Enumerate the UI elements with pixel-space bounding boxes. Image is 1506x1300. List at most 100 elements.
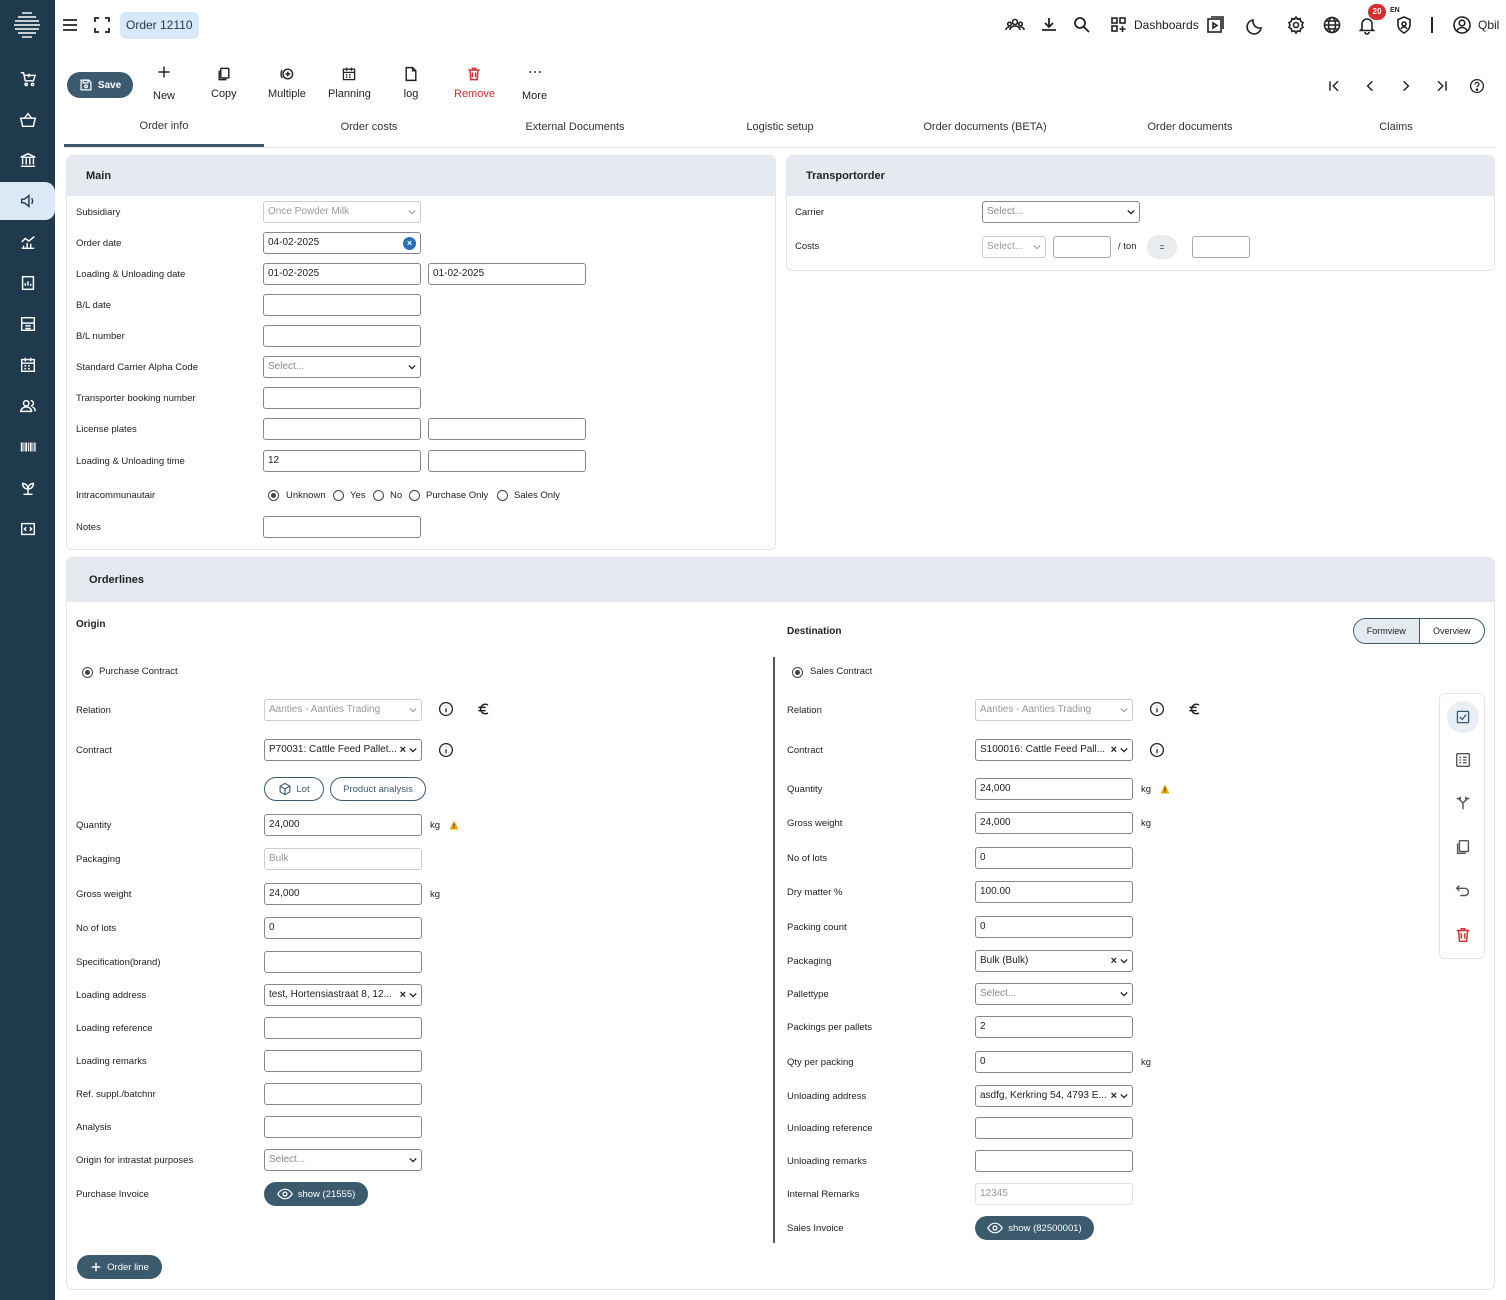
tab-logistic-setup[interactable]: Logistic setup bbox=[680, 121, 880, 133]
shield-icon[interactable] bbox=[1394, 15, 1414, 35]
dest-unload-rem-input[interactable] bbox=[975, 1150, 1133, 1172]
dest-internal-input[interactable]: 12345 bbox=[975, 1183, 1133, 1205]
origin-contract-select[interactable]: P70031: Cattle Feed Pallet... × bbox=[264, 739, 422, 761]
origin-lots-input[interactable]: 0 bbox=[264, 917, 422, 939]
tab-order-documents-beta[interactable]: Order documents (BETA) bbox=[885, 121, 1085, 133]
origin-load-ref-input[interactable] bbox=[264, 1017, 422, 1039]
dest-contract-info-icon[interactable] bbox=[1149, 742, 1165, 758]
dest-packaging-select[interactable]: Bulk (Bulk) × bbox=[975, 950, 1133, 972]
dest-gross-input[interactable]: 24,000 bbox=[975, 812, 1133, 834]
dashboards-link[interactable]: Dashboards bbox=[1134, 18, 1199, 32]
sidebar-item-purchase-cart[interactable] bbox=[0, 60, 55, 98]
previous-record-icon[interactable] bbox=[1362, 78, 1378, 94]
dest-relation-info-icon[interactable] bbox=[1149, 701, 1165, 717]
origin-gross-input[interactable]: 24,000 bbox=[264, 883, 422, 905]
clear-icon[interactable]: × bbox=[1111, 1086, 1117, 1106]
subsidiary-select[interactable]: Once Powder Milk bbox=[263, 201, 421, 223]
confirm-icon[interactable] bbox=[1447, 701, 1479, 733]
bl-date-input[interactable] bbox=[263, 294, 421, 316]
origin-analysis-input[interactable] bbox=[264, 1116, 422, 1138]
origin-contract-info-icon[interactable] bbox=[438, 742, 454, 758]
clear-icon[interactable]: × bbox=[400, 985, 406, 1005]
unloading-date-input[interactable]: 01-02-2025 bbox=[428, 263, 586, 285]
sidebar-item-calendar[interactable] bbox=[0, 346, 55, 384]
dest-quantity-input[interactable]: 24,000 bbox=[975, 778, 1133, 800]
sidebar-item-analytics[interactable] bbox=[0, 223, 55, 261]
order-chip[interactable]: Order 12110 bbox=[120, 12, 199, 39]
dashboards-icon[interactable] bbox=[1109, 15, 1129, 35]
purchase-contract-radio[interactable] bbox=[82, 667, 93, 678]
add-order-line-button[interactable]: Order line bbox=[77, 1255, 162, 1279]
intra-radio-no[interactable] bbox=[373, 490, 384, 501]
search-icon[interactable] bbox=[1072, 15, 1092, 35]
undo-icon[interactable] bbox=[1454, 882, 1472, 900]
video-icon[interactable] bbox=[1205, 15, 1225, 35]
origin-packaging-input[interactable]: Bulk bbox=[264, 848, 422, 870]
intra-radio-sales-only[interactable] bbox=[497, 490, 508, 501]
order-date-input[interactable]: 04-02-2025 × bbox=[263, 232, 421, 254]
sidebar-item-reports[interactable] bbox=[0, 264, 55, 302]
settings-gear-icon[interactable] bbox=[1286, 15, 1306, 35]
user-avatar-icon[interactable] bbox=[1452, 15, 1472, 35]
sales-invoice-button[interactable]: show (82500001) bbox=[975, 1216, 1094, 1240]
last-record-icon[interactable] bbox=[1434, 78, 1450, 94]
bl-number-input[interactable] bbox=[263, 325, 421, 347]
sidebar-item-announcements[interactable] bbox=[0, 182, 55, 220]
intra-radio-purchase-only[interactable] bbox=[409, 490, 420, 501]
sidebar-item-barcode[interactable] bbox=[0, 428, 55, 466]
sales-contract-radio[interactable] bbox=[792, 667, 803, 678]
sidebar-item-sales-basket[interactable] bbox=[0, 101, 55, 139]
app-logo-icon[interactable] bbox=[12, 10, 42, 38]
clear-date-icon[interactable]: × bbox=[403, 237, 416, 250]
tab-claims[interactable]: Claims bbox=[1296, 121, 1496, 133]
dest-pack-count-input[interactable]: 0 bbox=[975, 916, 1133, 938]
dest-unload-addr-select[interactable]: asdfg, Kerkring 54, 4793 E... × bbox=[975, 1085, 1133, 1107]
origin-euro-icon[interactable] bbox=[476, 701, 492, 717]
license-plate-1-input[interactable] bbox=[263, 418, 421, 440]
clear-icon[interactable]: × bbox=[1111, 740, 1117, 760]
origin-relation-info-icon[interactable] bbox=[438, 701, 454, 717]
planning-button[interactable]: Planning bbox=[328, 66, 371, 100]
sidebar-item-bank[interactable] bbox=[0, 141, 55, 179]
loading-time-input[interactable]: 12 bbox=[263, 450, 421, 472]
user-name[interactable]: Qbil bbox=[1478, 18, 1499, 32]
duplicate-icon[interactable] bbox=[1454, 838, 1472, 856]
purchase-invoice-button[interactable]: show (21555) bbox=[264, 1182, 368, 1206]
globe-icon[interactable] bbox=[1322, 15, 1342, 35]
booking-number-input[interactable] bbox=[263, 387, 421, 409]
tab-order-documents[interactable]: Order documents bbox=[1090, 121, 1290, 133]
notes-input[interactable] bbox=[263, 516, 421, 538]
license-plate-2-input[interactable] bbox=[428, 418, 586, 440]
origin-relation-select[interactable]: Aanties - Aanties Trading bbox=[264, 699, 422, 721]
new-button[interactable]: New bbox=[153, 64, 175, 102]
dest-unload-ref-input[interactable] bbox=[975, 1117, 1133, 1139]
origin-quantity-input[interactable]: 24,000 bbox=[264, 814, 422, 836]
split-icon[interactable] bbox=[1454, 794, 1472, 812]
first-record-icon[interactable] bbox=[1326, 78, 1342, 94]
log-button[interactable]: log bbox=[403, 66, 419, 100]
origin-load-addr-select[interactable]: test, Hortensiastraat 8, 12... × bbox=[264, 984, 422, 1006]
clear-icon[interactable]: × bbox=[400, 740, 406, 760]
sidebar-item-relations[interactable] bbox=[0, 387, 55, 425]
costs-total-input[interactable] bbox=[1192, 236, 1250, 258]
fullscreen-icon[interactable] bbox=[92, 15, 112, 35]
dest-pallet-select[interactable]: Select... bbox=[975, 983, 1133, 1005]
origin-ref-input[interactable] bbox=[264, 1083, 422, 1105]
clear-icon[interactable]: × bbox=[1111, 951, 1117, 971]
origin-intrastat-select[interactable]: Select... bbox=[264, 1149, 422, 1171]
carrier-select[interactable]: Select... bbox=[982, 201, 1140, 223]
tab-external-documents[interactable]: External Documents bbox=[475, 121, 675, 133]
download-icon[interactable] bbox=[1039, 15, 1059, 35]
costs-amount-input[interactable] bbox=[1053, 236, 1111, 258]
sidebar-item-plants[interactable] bbox=[0, 469, 55, 507]
copy-button[interactable]: Copy bbox=[211, 66, 237, 100]
menu-icon[interactable] bbox=[60, 15, 80, 35]
delete-line-trash-icon[interactable] bbox=[1454, 926, 1472, 944]
remove-button[interactable]: Remove bbox=[454, 66, 495, 100]
multiple-button[interactable]: Multiple bbox=[268, 66, 306, 100]
details-list-icon[interactable] bbox=[1454, 751, 1472, 769]
loading-date-input[interactable]: 01-02-2025 bbox=[263, 263, 421, 285]
unloading-time-input[interactable] bbox=[428, 450, 586, 472]
origin-spec-input[interactable] bbox=[264, 951, 422, 973]
lot-button[interactable]: Lot bbox=[264, 777, 324, 801]
